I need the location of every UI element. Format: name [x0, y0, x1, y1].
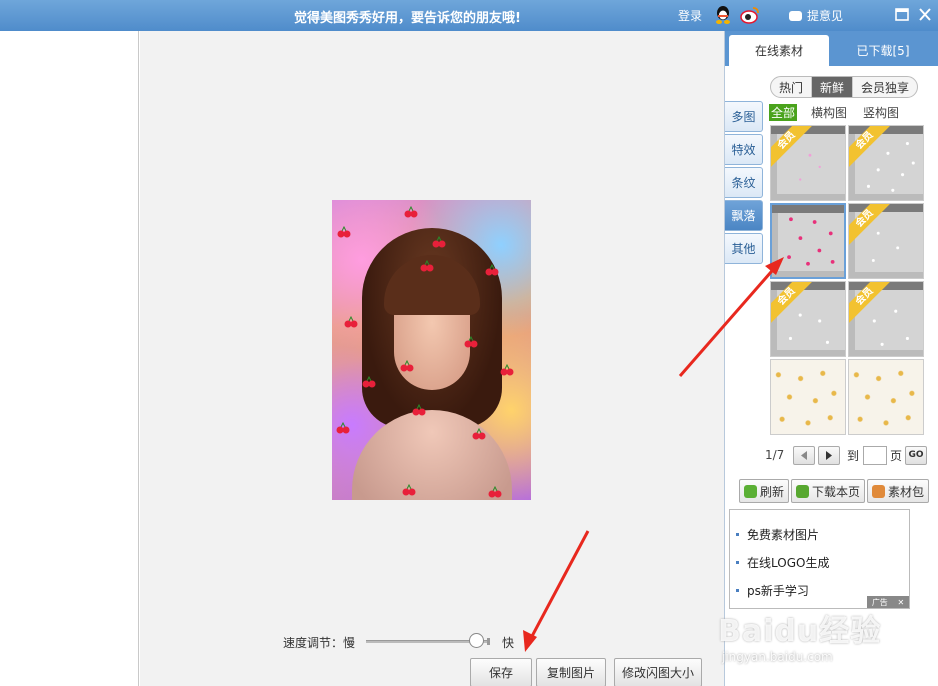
maximize-icon[interactable]: [895, 8, 909, 21]
material-thumb[interactable]: 会员: [848, 125, 924, 201]
refresh-icon: [744, 484, 757, 498]
download-icon: [796, 484, 810, 498]
material-thumb[interactable]: 会员: [770, 125, 846, 201]
cherry-icon: [500, 364, 514, 376]
share-banner: 觉得美图秀秀好用，要告诉您的朋友哦!: [294, 11, 521, 26]
cherry-icon: [400, 360, 414, 372]
flash-image-preview: [332, 200, 531, 500]
category-tabs: 多图 特效 条纹 飘落 其他: [725, 101, 763, 266]
tab-downloaded[interactable]: 已下载[5]: [833, 35, 933, 66]
tab-online-materials[interactable]: 在线素材: [729, 35, 829, 66]
material-thumb[interactable]: 会员: [848, 203, 924, 279]
save-button[interactable]: 保存: [470, 658, 532, 686]
sort-subtabs: 热门 新鲜 会员独享: [770, 76, 919, 98]
material-grid: 会员 会员 会员 会员 会员: [770, 125, 926, 435]
refresh-label: 刷新: [760, 484, 785, 499]
cherry-icon: [337, 226, 351, 238]
cherry-icon: [412, 404, 426, 416]
category-multi[interactable]: 多图: [725, 101, 763, 132]
cherry-icon: [432, 236, 446, 248]
package-icon: [872, 484, 886, 498]
page-input[interactable]: [863, 445, 888, 465]
cherry-icon: [402, 484, 416, 496]
category-effects[interactable]: 特效: [725, 134, 763, 165]
triangle-right-icon: [826, 450, 832, 460]
speed-fast-label: 快: [502, 636, 515, 650]
feedback-link[interactable]: 提意见: [789, 7, 843, 24]
ad-close-icon[interactable]: ✕: [897, 598, 904, 607]
material-pack-button[interactable]: 素材包: [867, 479, 930, 503]
qq-icon[interactable]: [714, 5, 732, 25]
preview-canvas: 速度调节：慢 快 保存 复制图片 修改闪图大小: [140, 31, 724, 686]
feedback-label: 提意见: [807, 9, 844, 23]
material-thumb-selected[interactable]: [770, 203, 846, 279]
chat-icon: [789, 11, 802, 21]
speed-slider-end: [487, 638, 490, 645]
subtab-hot[interactable]: 热门: [771, 77, 813, 97]
subtab-new[interactable]: 新鲜: [812, 77, 854, 97]
category-stripes[interactable]: 条纹: [725, 167, 763, 198]
cherry-icon: [404, 206, 418, 218]
baidu-jingyan-watermark: Baidu经验 jingyan.baidu.com: [718, 606, 881, 664]
copy-image-button[interactable]: 复制图片: [536, 658, 606, 686]
page-unit-label: 页: [890, 448, 903, 463]
filter-portrait[interactable]: 竖构图: [861, 104, 901, 121]
ad-links-box: 免费素材图片 在线LOGO生成 ps新手学习 广告 ✕: [729, 509, 910, 609]
cherry-icon: [420, 260, 434, 272]
ad-link[interactable]: 免费素材图片: [736, 526, 819, 543]
title-bar: 觉得美图秀秀好用，要告诉您的朋友哦! 登录 提意见: [0, 0, 938, 31]
cherry-icon: [344, 316, 358, 328]
cherry-icon: [362, 376, 376, 388]
ad-link-label: ps新手学习: [747, 584, 809, 598]
resize-flash-button[interactable]: 修改闪图大小: [614, 658, 702, 686]
cherry-icon: [485, 264, 499, 276]
cherry-icon: [488, 486, 502, 498]
ad-link[interactable]: 在线LOGO生成: [736, 554, 829, 571]
composition-filters: 全部 横构图 竖构图: [769, 103, 901, 121]
watermark-url: jingyan.baidu.com: [722, 650, 833, 664]
filter-all[interactable]: 全部: [769, 103, 798, 121]
login-link[interactable]: 登录: [678, 7, 702, 24]
pager: 1/7 到 页 GO: [765, 445, 928, 465]
ad-link-label: 免费素材图片: [747, 528, 820, 542]
subtab-vip[interactable]: 会员独享: [853, 77, 917, 97]
ad-link[interactable]: ps新手学习: [736, 582, 809, 599]
goto-label: 到: [847, 448, 860, 463]
cherry-icon: [336, 422, 350, 434]
next-page-button[interactable]: [818, 445, 840, 465]
material-tools: 刷新 下载本页 素材包: [739, 479, 930, 503]
prev-page-button[interactable]: [793, 445, 815, 465]
page-indicator: 1/7: [765, 448, 785, 462]
left-pane: [0, 31, 139, 686]
triangle-left-icon: [801, 450, 807, 460]
close-icon[interactable]: [918, 8, 932, 21]
watermark-logo: Baidu经验: [718, 614, 882, 649]
cherry-icon: [464, 336, 478, 348]
speed-slider-thumb[interactable]: [469, 633, 484, 648]
material-pack-label: 素材包: [888, 484, 925, 499]
refresh-button[interactable]: 刷新: [739, 479, 790, 503]
speed-label: 速度调节：慢: [283, 636, 356, 650]
download-page-label: 下载本页: [812, 484, 861, 499]
cherry-icon: [472, 428, 486, 440]
go-button[interactable]: GO: [905, 445, 928, 465]
material-panel: 在线素材 已下载[5] 热门 新鲜 会员独享 全部 横构图 竖构图 多图 特效 …: [724, 31, 938, 686]
material-thumb[interactable]: 会员: [848, 281, 924, 357]
category-other[interactable]: 其他: [725, 233, 763, 264]
material-thumb[interactable]: [770, 359, 846, 435]
download-page-button[interactable]: 下载本页: [791, 479, 866, 503]
weibo-icon[interactable]: [740, 6, 760, 24]
panel-tabs: 在线素材 已下载[5]: [725, 31, 938, 66]
ad-link-label: 在线LOGO生成: [747, 556, 830, 570]
category-falling[interactable]: 飘落: [725, 200, 763, 231]
material-thumb[interactable]: 会员: [770, 281, 846, 357]
filter-landscape[interactable]: 横构图: [809, 104, 849, 121]
material-thumb[interactable]: [848, 359, 924, 435]
